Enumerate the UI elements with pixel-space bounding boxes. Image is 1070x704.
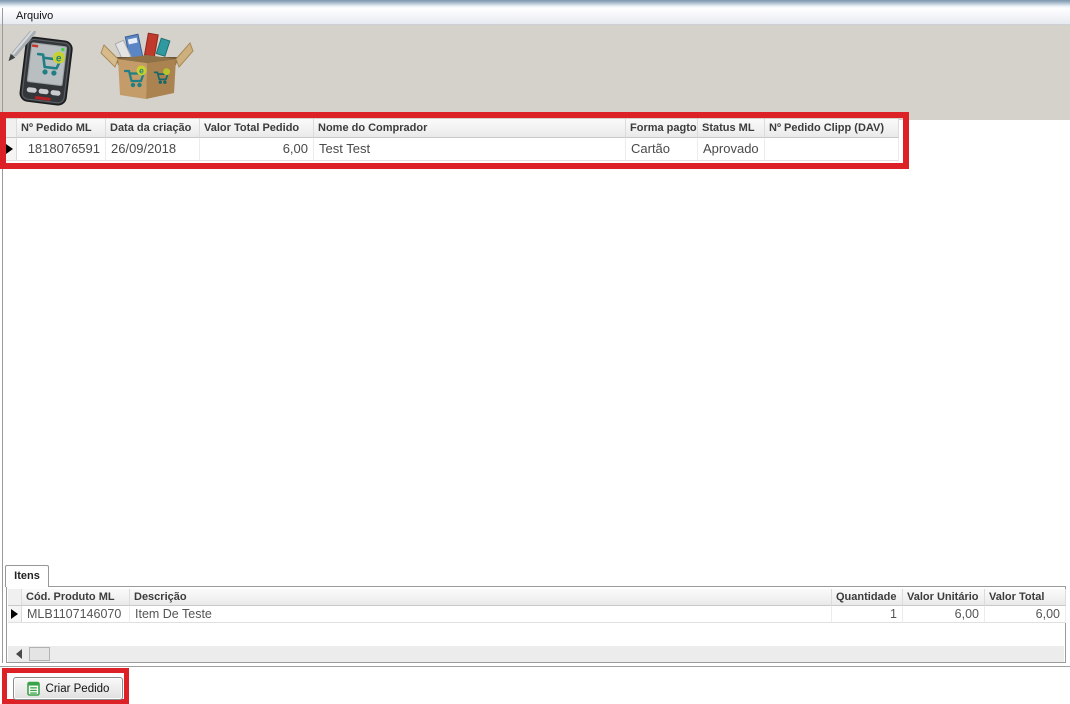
menubar: Arquivo [0, 8, 1070, 25]
orders-col-forma-pagto[interactable]: Forma pagto [626, 119, 698, 138]
cell-valor-unitario: 6,00 [903, 606, 985, 623]
orders-col-pedido-clipp[interactable]: Nº Pedido Clipp (DAV) [765, 119, 899, 138]
cell-descricao: Item De Teste [130, 606, 832, 623]
items-col-quantidade[interactable]: Quantidade [832, 589, 903, 606]
row-selector-cell [3, 138, 17, 161]
cell-nome-comprador: Test Test [314, 138, 626, 161]
items-panel: Cód. Produto ML Descrição Quantidade Val… [6, 586, 1066, 663]
cell-cod-produto: MLB1107146070 [22, 606, 130, 623]
orders-grid: Nº Pedido ML Data da criação Valor Total… [3, 119, 903, 161]
items-row-selector-cell [8, 606, 22, 623]
orders-col-pedido-ml[interactable]: Nº Pedido ML [17, 119, 106, 138]
cell-status-ml: Aprovado [698, 138, 765, 161]
orders-col-valor-total[interactable]: Valor Total Pedido [200, 119, 314, 138]
orders-col-nome-comprador[interactable]: Nome do Comprador [314, 119, 626, 138]
items-horizontal-scrollbar[interactable] [8, 646, 1064, 662]
window-left-edge [2, 8, 3, 663]
toolbar: e [0, 25, 1070, 120]
cell-valor-total-item: 6,00 [985, 606, 1066, 623]
window-top-edge [0, 0, 1070, 8]
items-table-row[interactable]: MLB1107146070 Item De Teste 1 6,00 6,00 [8, 606, 1066, 623]
items-col-cod-produto[interactable]: Cód. Produto ML [22, 589, 130, 606]
cell-valor-total: 6,00 [200, 138, 314, 161]
orders-col-status-ml[interactable]: Status ML [698, 119, 765, 138]
cell-pedido-ml: 1818076591 [17, 138, 106, 161]
cell-forma-pagto: Cartão [626, 138, 698, 161]
cell-quantidade: 1 [832, 606, 903, 623]
row-selector-arrow-icon [6, 144, 13, 154]
svg-text:e: e [139, 66, 144, 76]
app-window: Arquivo e [0, 0, 1070, 704]
orders-table-row[interactable]: 1818076591 26/09/2018 6,00 Test Test Car… [3, 138, 903, 161]
scrollbar-thumb[interactable] [29, 647, 50, 661]
criar-pedido-label: Criar Pedido [46, 683, 110, 695]
items-header-selector [8, 589, 22, 606]
items-col-descricao[interactable]: Descrição [130, 589, 832, 606]
create-order-icon [27, 681, 40, 696]
orders-grid-header: Nº Pedido ML Data da criação Valor Total… [3, 119, 903, 138]
scroll-left-arrow-icon[interactable] [11, 647, 27, 661]
orders-col-data-criacao[interactable]: Data da criação [106, 119, 200, 138]
tab-itens[interactable]: Itens [5, 565, 49, 587]
open-box-products-icon[interactable]: e [100, 31, 194, 108]
cell-pedido-clipp [765, 138, 899, 161]
orders-header-selector [3, 119, 17, 138]
pda-order-icon[interactable]: e [8, 31, 82, 118]
items-grid: Cód. Produto ML Descrição Quantidade Val… [8, 589, 1066, 623]
items-col-valor-total[interactable]: Valor Total [985, 589, 1066, 606]
left-triangle-glyph [16, 649, 22, 659]
items-grid-header: Cód. Produto ML Descrição Quantidade Val… [8, 589, 1066, 606]
cell-data-criacao: 26/09/2018 [106, 138, 200, 161]
form-bottom-edge [0, 666, 1070, 667]
menu-arquivo[interactable]: Arquivo [12, 8, 57, 24]
criar-pedido-button[interactable]: Criar Pedido [13, 677, 123, 700]
row-selector-arrow-icon [11, 609, 18, 619]
items-col-valor-unitario[interactable]: Valor Unitário [903, 589, 985, 606]
